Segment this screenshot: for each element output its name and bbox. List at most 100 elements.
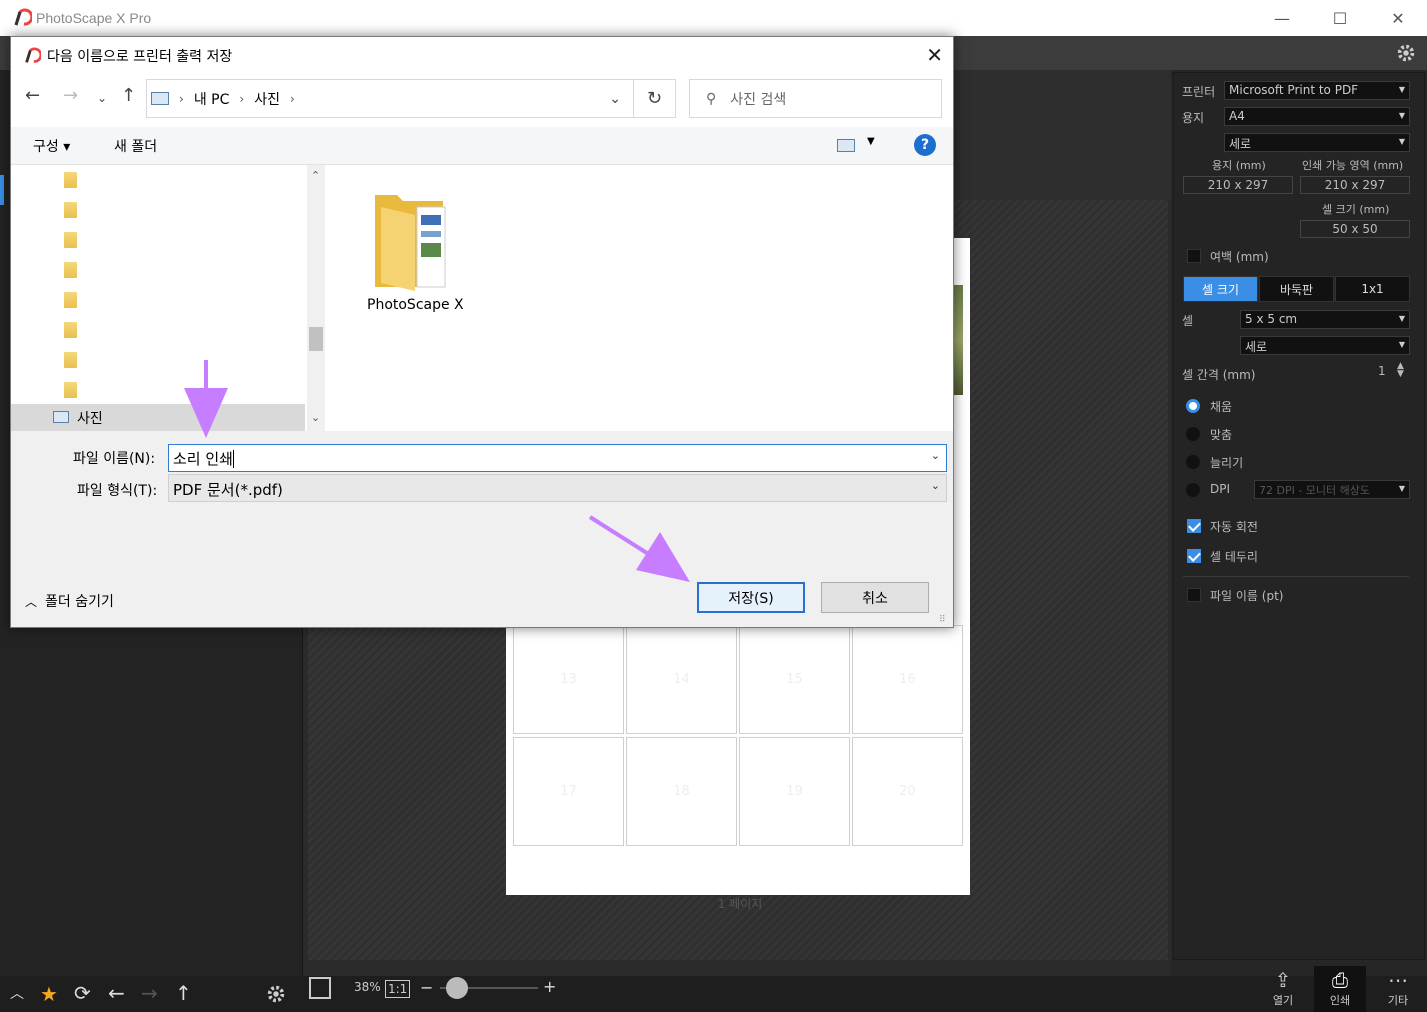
cell-border-checkbox[interactable] xyxy=(1187,549,1201,563)
cell-size-select[interactable]: 5 x 5 cm ▼ xyxy=(1240,310,1410,329)
forward-arrow-icon[interactable]: → xyxy=(141,981,158,1005)
zoom-out-icon[interactable]: − xyxy=(420,978,433,997)
close-button[interactable]: ✕ xyxy=(1369,0,1427,36)
filename-value: 소리 인쇄 xyxy=(173,450,233,468)
orientation-value: 세로 xyxy=(1229,137,1252,151)
pictures-folder-icon xyxy=(53,411,69,423)
printer-select[interactable]: Microsoft Print to PDF ▼ xyxy=(1224,81,1410,100)
save-button[interactable]: 저장(S) xyxy=(697,582,805,613)
breadcrumb-my-pc[interactable]: 내 PC xyxy=(194,89,230,109)
view-dropdown-icon[interactable]: ▼ xyxy=(867,136,875,147)
organize-menu[interactable]: 구성 ▾ xyxy=(33,136,70,156)
bottom-toolbar xyxy=(0,976,1427,1012)
print-cell[interactable]: 19 xyxy=(739,737,850,846)
app-titlebar: PhotoScape X Pro — ☐ ✕ xyxy=(0,0,1427,36)
print-cell[interactable]: 18 xyxy=(626,737,737,846)
filename-dropdown-icon[interactable]: ⌄ xyxy=(931,449,940,462)
search-input[interactable]: ⚲ 사진 검색 xyxy=(689,79,942,118)
zoom-level: 38% xyxy=(354,980,381,994)
refresh-icon[interactable]: ↻ xyxy=(634,79,676,118)
filetype-value: PDF 문서(*.pdf) xyxy=(173,481,283,499)
print-cell[interactable]: 16 xyxy=(852,625,963,734)
cell-orientation-select[interactable]: 세로 ▼ xyxy=(1240,336,1410,355)
print-cell[interactable]: 14 xyxy=(626,625,737,734)
folder-icon[interactable] xyxy=(64,292,77,308)
scroll-down-icon[interactable]: ⌄ xyxy=(311,411,320,424)
minimize-button[interactable]: — xyxy=(1253,0,1311,36)
tree-item-pictures[interactable]: 사진 xyxy=(11,404,305,431)
stretch-radio[interactable] xyxy=(1186,455,1200,469)
view-options-icon[interactable] xyxy=(837,139,855,152)
resize-grip-icon[interactable]: ⠿ xyxy=(939,615,946,625)
filetype-label: 파일 형식(T): xyxy=(77,483,158,499)
tree-scrollbar[interactable] xyxy=(307,165,325,431)
scroll-up-icon[interactable]: ⌃ xyxy=(311,169,320,182)
star-icon[interactable]: ★ xyxy=(40,982,58,1006)
back-arrow-icon[interactable]: ← xyxy=(25,85,40,106)
nav-more[interactable]: ⋯ 기타 xyxy=(1372,966,1424,1012)
search-icon: ⚲ xyxy=(706,90,717,107)
folder-icon[interactable] xyxy=(64,172,77,188)
print-cell[interactable]: 13 xyxy=(513,625,624,734)
zoom-in-icon[interactable]: + xyxy=(543,977,556,996)
help-icon[interactable]: ? xyxy=(914,134,936,156)
actual-size-button[interactable]: 1:1 xyxy=(385,980,411,998)
paper-select[interactable]: A4 ▼ xyxy=(1224,107,1410,126)
filename-pt-checkbox[interactable] xyxy=(1187,588,1201,602)
chevron-up-icon[interactable]: ︿ xyxy=(10,983,24,1003)
address-bar[interactable]: › 내 PC › 사진 › ⌄ xyxy=(146,79,634,118)
recent-locations-chevron-icon[interactable]: ⌄ xyxy=(97,91,107,105)
settings-gear-icon[interactable] xyxy=(1395,42,1417,64)
maximize-button[interactable]: ☐ xyxy=(1311,0,1369,36)
up-level-icon[interactable]: ↑ xyxy=(121,85,136,106)
folder-icon[interactable] xyxy=(64,262,77,278)
tab-1x1[interactable]: 1x1 xyxy=(1335,276,1410,302)
filename-input[interactable]: 소리 인쇄 ⌄ xyxy=(168,444,947,472)
settings-gear-icon[interactable] xyxy=(265,983,287,1005)
address-dropdown-icon[interactable]: ⌄ xyxy=(609,91,621,107)
cancel-button[interactable]: 취소 xyxy=(821,582,929,613)
dpi-select[interactable]: 72 DPI - 모니터 해상도 ▼ xyxy=(1254,480,1410,499)
divider xyxy=(1183,576,1409,577)
filetype-select[interactable]: PDF 문서(*.pdf) ⌄ xyxy=(168,474,947,502)
filetype-dropdown-icon[interactable]: ⌄ xyxy=(931,479,940,492)
fill-radio[interactable] xyxy=(1186,399,1200,413)
folder-name[interactable]: PhotoScape X xyxy=(367,297,464,313)
forward-arrow-icon[interactable]: → xyxy=(63,85,78,106)
print-cell[interactable]: 17 xyxy=(513,737,624,846)
new-folder-button[interactable]: 새 폴더 xyxy=(114,136,157,156)
nav-open[interactable]: ⇪ 열기 xyxy=(1257,966,1309,1012)
zoom-slider-handle[interactable] xyxy=(446,977,468,999)
folder-icon[interactable] xyxy=(64,352,77,368)
tab-grid[interactable]: 바둑판 xyxy=(1259,276,1334,302)
nav-print-label: 인쇄 xyxy=(1329,994,1351,1007)
filename-pt-label: 파일 이름 (pt) xyxy=(1210,589,1284,603)
folder-icon[interactable] xyxy=(64,322,77,338)
back-arrow-icon[interactable]: ← xyxy=(108,981,125,1005)
tree-scrollbar-thumb[interactable] xyxy=(309,327,323,351)
fit-radio[interactable] xyxy=(1186,427,1200,441)
dpi-radio[interactable] xyxy=(1186,483,1200,497)
folder-icon[interactable] xyxy=(64,382,77,398)
margin-checkbox[interactable] xyxy=(1187,249,1201,263)
layout-toggle-icon[interactable] xyxy=(309,977,331,999)
refresh-icon[interactable]: ⟳ xyxy=(74,981,91,1005)
folder-icon[interactable] xyxy=(64,202,77,218)
tab-cell-size[interactable]: 셀 크기 xyxy=(1183,276,1258,302)
orientation-select[interactable]: 세로 ▼ xyxy=(1224,133,1410,152)
print-cell[interactable]: 20 xyxy=(852,737,963,846)
folder-icon[interactable] xyxy=(64,232,77,248)
dropdown-arrow-icon: ▼ xyxy=(1398,314,1405,323)
nav-print[interactable]: ⎙ 인쇄 xyxy=(1314,966,1366,1012)
cell-gap-value[interactable]: 1 xyxy=(1378,364,1386,378)
folder-icon[interactable] xyxy=(373,187,453,291)
breadcrumb-pictures[interactable]: 사진 xyxy=(254,89,280,109)
auto-rotate-checkbox[interactable] xyxy=(1187,519,1201,533)
up-arrow-icon[interactable]: ↑ xyxy=(175,981,192,1005)
print-cell[interactable]: 15 xyxy=(739,625,850,734)
share-upload-icon: ⇪ xyxy=(1274,968,1292,992)
stepper-arrows-icon[interactable]: ▲ ▼ xyxy=(1397,362,1404,379)
printable-area-value: 210 x 297 xyxy=(1300,176,1410,194)
hide-folders-toggle[interactable]: ︿ 폴더 숨기기 xyxy=(25,591,114,611)
dialog-close-icon[interactable]: ✕ xyxy=(926,43,943,67)
